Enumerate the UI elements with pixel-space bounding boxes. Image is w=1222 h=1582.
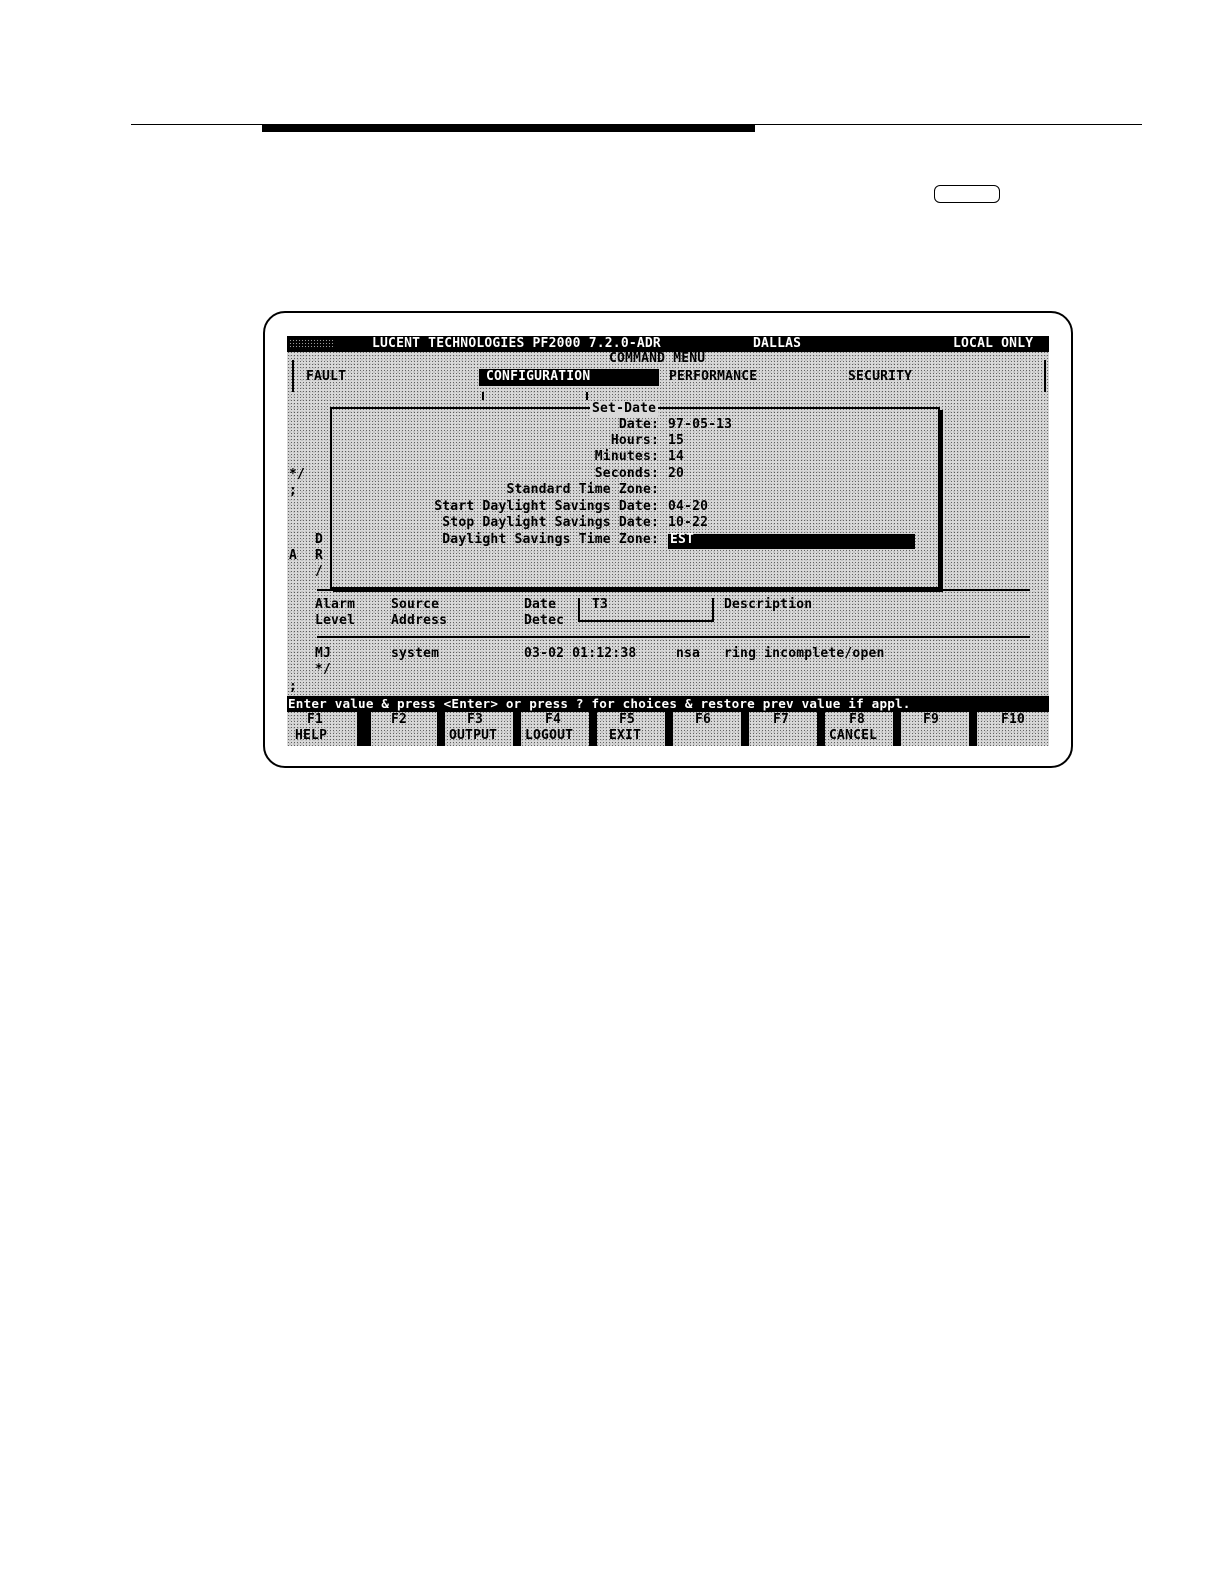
- field-value-seconds[interactable]: 20: [668, 466, 684, 482]
- command-terminator: ;: [289, 679, 298, 694]
- fkey-f7-key: F7: [773, 712, 790, 727]
- terminal-screen: LUCENT TECHNOLOGIES PF2000 7.2.0-ADR DAL…: [287, 336, 1049, 746]
- fkey-f2-key: F2: [391, 712, 408, 727]
- bg-fragment: A: [289, 548, 298, 563]
- fkey-f5-key: F5: [619, 712, 636, 727]
- fkey-f8[interactable]: F8 CANCEL: [825, 712, 901, 746]
- site-name: DALLAS: [753, 336, 802, 351]
- fkey-divider: [969, 712, 977, 746]
- fkey-f10[interactable]: F10: [977, 712, 1049, 746]
- row-level: MJ: [315, 646, 332, 661]
- fkey-f8-label: CANCEL: [829, 728, 878, 743]
- field-label-stop-dst-date: Stop Daylight Savings Date:: [442, 515, 659, 530]
- popup-item-t3[interactable]: T3: [592, 597, 608, 613]
- bg-fragment: R: [315, 548, 324, 563]
- column-header-level: Level: [315, 613, 356, 628]
- fkey-divider: [357, 712, 371, 746]
- field-label-start-dst-date: Start Daylight Savings Date:: [434, 499, 659, 514]
- function-key-bar: F1 HELP F2 F3 OUTPUT F4 LOGOUT F5 EXIT F…: [287, 712, 1049, 746]
- fkey-f9-key: F9: [923, 712, 940, 727]
- column-header-source: Source: [391, 597, 440, 612]
- fkey-f4-key: F4: [545, 712, 562, 727]
- field-label-minutes: Minutes:: [594, 449, 659, 464]
- column-header-detected: Detec: [524, 613, 565, 628]
- fkey-f1-label: HELP: [295, 728, 328, 743]
- column-header-alarm: Alarm: [315, 597, 356, 612]
- fkey-f8-key: F8: [849, 712, 866, 727]
- table-separator-bottom: [317, 636, 1030, 638]
- column-header-description: Description: [724, 597, 813, 612]
- fkey-f1-key: F1: [307, 712, 324, 727]
- fkey-f2[interactable]: F2: [371, 712, 445, 746]
- field-label-hours: Hours:: [610, 433, 659, 448]
- fkey-f1[interactable]: F1 HELP: [287, 712, 371, 746]
- page-header-bar: [262, 124, 755, 132]
- field-value-dst-time-zone[interactable]: EST: [670, 532, 694, 548]
- table-separator-top: [317, 589, 1030, 591]
- fkey-divider: [589, 712, 597, 746]
- fkey-divider: [513, 712, 521, 746]
- fkey-f10-key: F10: [1001, 712, 1026, 727]
- field-value-start-dst-date[interactable]: 04-20: [668, 499, 708, 515]
- fkey-divider: [437, 712, 445, 746]
- row-description: ring incomplete/open: [724, 646, 885, 661]
- dropdown-mark-right: [586, 392, 588, 400]
- bg-fragment: ;: [289, 483, 298, 498]
- field-value-minutes[interactable]: 14: [668, 449, 684, 465]
- bg-fragment: */: [289, 467, 306, 482]
- menu-item-configuration[interactable]: CONFIGURATION: [486, 369, 590, 385]
- fkey-f3-label: OUTPUT: [449, 728, 498, 743]
- fkey-f6[interactable]: F6: [673, 712, 749, 746]
- menu-item-performance[interactable]: PERFORMANCE: [669, 369, 757, 385]
- fkey-divider: [741, 712, 749, 746]
- fkey-f7[interactable]: F7: [749, 712, 825, 746]
- bg-fragment: D: [315, 532, 324, 547]
- field-value-stop-dst-date[interactable]: 10-22: [668, 515, 708, 531]
- fkey-f4[interactable]: F4 LOGOUT: [521, 712, 597, 746]
- column-header-date: Date: [524, 597, 557, 612]
- field-label-standard-time-zone: Standard Time Zone:: [506, 482, 659, 497]
- table-trailer: */: [315, 662, 332, 677]
- app-logo-icon: [289, 339, 335, 349]
- row-source: system: [391, 646, 440, 661]
- dropdown-mark-left: [482, 392, 484, 400]
- fkey-f9[interactable]: F9: [901, 712, 977, 746]
- field-label-date: Date:: [618, 417, 659, 432]
- column-header-address: Address: [391, 613, 448, 628]
- fkey-f5-label: EXIT: [609, 728, 642, 743]
- bg-fragment: /: [315, 564, 324, 579]
- fkey-f6-key: F6: [695, 712, 712, 727]
- fkey-divider: [893, 712, 901, 746]
- fkey-f3-key: F3: [467, 712, 484, 727]
- row-date: 03-02 01:12:38: [524, 646, 637, 661]
- active-field-highlight: [668, 534, 915, 549]
- prompt-text: Enter value & press <Enter> or press ? f…: [288, 696, 911, 711]
- fkey-f4-label: LOGOUT: [525, 728, 574, 743]
- title-bar: LUCENT TECHNOLOGIES PF2000 7.2.0-ADR DAL…: [287, 336, 1049, 352]
- field-value-hours[interactable]: 15: [668, 433, 684, 449]
- fkey-divider: [817, 712, 825, 746]
- fkey-f3[interactable]: F3 OUTPUT: [445, 712, 521, 746]
- field-value-date[interactable]: 97-05-13: [668, 417, 732, 433]
- mode-indicator: LOCAL ONLY: [953, 336, 1034, 351]
- field-label-dst-time-zone: Daylight Savings Time Zone:: [442, 532, 659, 547]
- dialog-title: Set-Date: [590, 401, 659, 417]
- keycap-icon: [934, 185, 1000, 203]
- fkey-f5[interactable]: F5 EXIT: [597, 712, 673, 746]
- fkey-divider: [665, 712, 673, 746]
- menu-item-fault[interactable]: FAULT: [306, 369, 346, 385]
- row-service: nsa: [676, 646, 701, 661]
- menu-item-security[interactable]: SECURITY: [848, 369, 912, 385]
- field-label-seconds: Seconds:: [594, 466, 659, 481]
- product-title: LUCENT TECHNOLOGIES PF2000 7.2.0-ADR: [372, 336, 661, 351]
